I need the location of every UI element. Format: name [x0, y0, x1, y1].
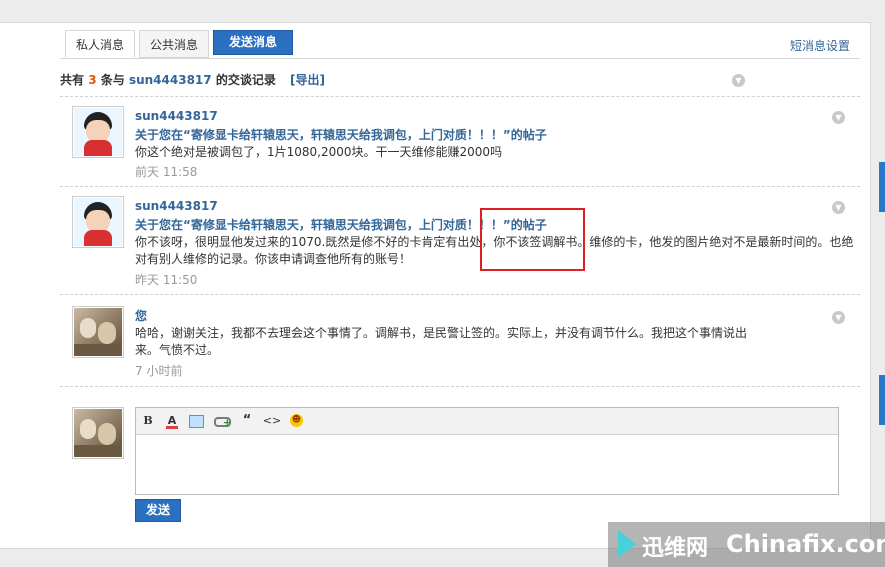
message-settings-link[interactable]: 短消息设置: [790, 37, 850, 54]
message-time: 7 小时前: [135, 364, 183, 378]
message-item: 您 哈哈，谢谢关注，我都不去理会这个事情了。调解书，是民警让签的。实际上，并没有…: [60, 294, 860, 386]
reply-textarea[interactable]: [136, 435, 838, 494]
summary-suffix: 的交谈记录: [215, 73, 276, 87]
chevron-down-icon[interactable]: ▼: [732, 74, 745, 87]
avatar[interactable]: [72, 106, 124, 158]
highlight-box: [480, 208, 585, 271]
message-count: 3: [88, 73, 97, 87]
message-item: sun4443817 关于您在“寄修显卡给轩辕思天，轩辕思天给我调包，上门对质！…: [60, 96, 860, 186]
message-body: 哈哈，谢谢关注，我都不去理会这个事情了。调解书，是民警让签的。实际上，并没有调节…: [135, 326, 748, 357]
reply-editor: B A + “ <> ☻: [135, 407, 839, 495]
bold-icon[interactable]: B: [140, 413, 156, 429]
reply-avatar: [72, 407, 124, 459]
link-icon[interactable]: +: [214, 413, 232, 429]
font-color-icon[interactable]: A: [164, 413, 180, 429]
image-icon[interactable]: [189, 415, 204, 428]
chevron-down-icon[interactable]: ▼: [832, 111, 845, 124]
watermark-cn: 迅维网: [642, 536, 709, 561]
quote-icon[interactable]: “: [239, 413, 255, 429]
side-scroll-marker-2: [879, 375, 885, 425]
editor-toolbar: B A + “ <> ☻: [136, 408, 838, 435]
summary-prefix: 共有: [60, 73, 85, 87]
message-body: 你这个绝对是被调包了，1片1080,2000块。干一天维修能赚2000吗: [135, 145, 503, 159]
watermark-logo-icon: [618, 530, 636, 558]
message-subject[interactable]: 关于您在“寄修显卡给轩辕思天，轩辕思天给我调包，上门对质！！！”的帖子: [135, 126, 547, 143]
summary-mid: 条与: [100, 73, 125, 87]
code-icon[interactable]: <>: [262, 413, 282, 429]
export-link[interactable]: [导出]: [290, 73, 325, 87]
message-author[interactable]: 您: [135, 307, 147, 324]
separator: [60, 386, 860, 387]
watermark-en: Chinafix.com: [726, 530, 885, 558]
message-author[interactable]: sun4443817: [135, 199, 218, 213]
message-time: 前天 11:58: [135, 165, 198, 179]
watermark: 迅维网 Chinafix.com: [608, 522, 885, 567]
message-time: 昨天 11:50: [135, 273, 198, 287]
summary-username[interactable]: sun4443817: [129, 73, 212, 87]
side-scroll-marker: [879, 162, 885, 212]
tab-public-messages[interactable]: 公共消息: [139, 30, 209, 58]
smiley-icon[interactable]: ☻: [290, 414, 303, 427]
send-message-button[interactable]: 发送消息: [213, 30, 293, 55]
message-author[interactable]: sun4443817: [135, 109, 218, 123]
tab-private-messages[interactable]: 私人消息: [65, 30, 135, 58]
message-item: sun4443817 关于您在“寄修显卡给轩辕思天，轩辕思天给我调包，上门对质！…: [60, 186, 860, 294]
conversation-summary: 共有 3 条与 sun4443817 的交谈记录 [导出]: [60, 71, 325, 88]
tab-divider: [60, 58, 860, 59]
chevron-down-icon[interactable]: ▼: [832, 311, 845, 324]
avatar[interactable]: [72, 196, 124, 248]
avatar[interactable]: [72, 306, 124, 358]
send-button[interactable]: 发送: [135, 499, 181, 522]
chevron-down-icon[interactable]: ▼: [832, 201, 845, 214]
